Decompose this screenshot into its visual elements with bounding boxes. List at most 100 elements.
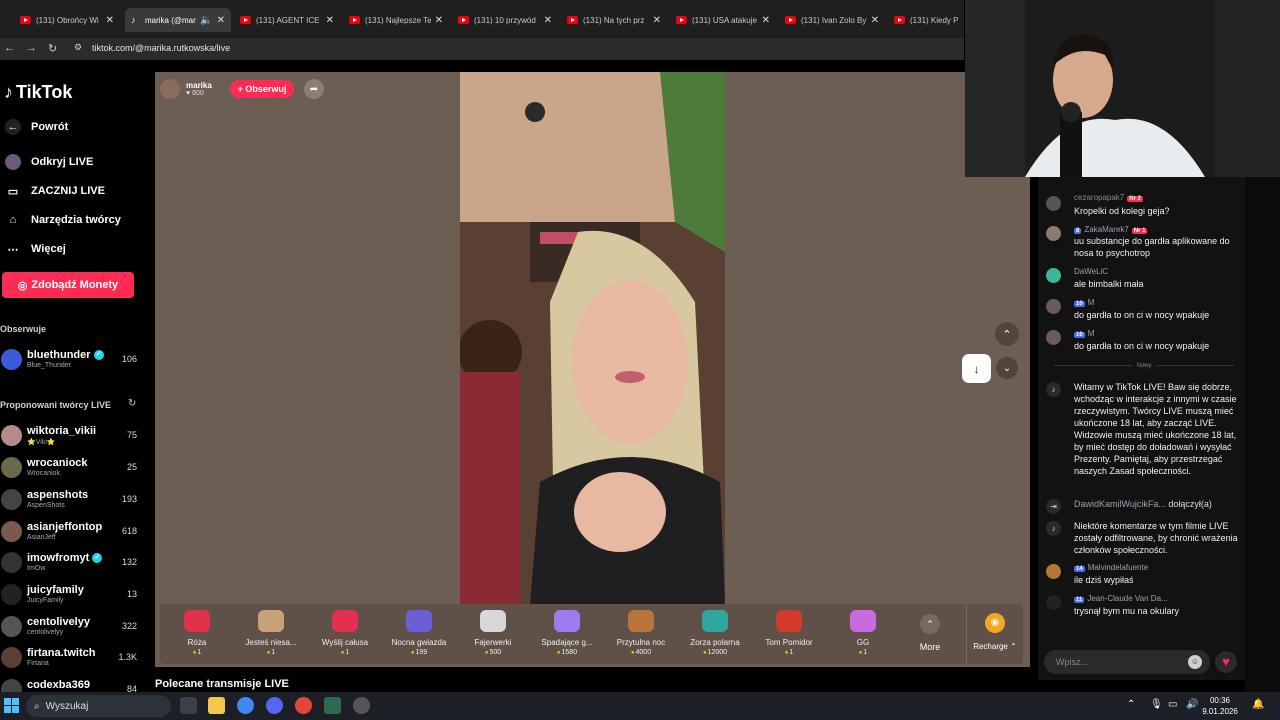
avatar [1046,564,1061,579]
night-star-gift-icon [406,610,432,632]
close-tab-icon[interactable]: ✕ [653,15,661,26]
gift-item[interactable]: Róża1 [160,604,234,664]
browser-tab[interactable]: (131) Najlepsze Te ✕ [343,8,449,32]
suggested-creator[interactable]: imowfromyt ✓ ImOw 132 [0,550,140,580]
tiktok-icon: ♪ [1046,382,1061,397]
browser-tab[interactable]: (131) Na tych prz ✕ [561,8,667,32]
suggested-creator[interactable]: aspenshots AspenShots 193 [0,487,140,517]
windows-start-icon[interactable] [4,698,19,713]
youtube-icon [458,16,469,24]
close-tab-icon[interactable]: ✕ [871,15,879,26]
taskbar-search[interactable]: ⌕ Wyszukaj [26,695,171,717]
browser-tab[interactable]: (131) Obrońcy Wi ✕ [14,8,120,32]
gift-item[interactable]: Jesteś niesa...1 [234,604,308,664]
youtube-icon [567,16,578,24]
nav-start-live[interactable]: ▭ ZACZNIJ LIVE [5,183,105,199]
tiktok-logo[interactable]: ♪ TikTok [4,82,72,103]
gift-item[interactable]: Fajerwerki500 [456,604,530,664]
tiktok-sidebar: ♪ TikTok ← Powrót Odkryj LIVE ▭ ZACZNIJ L… [0,60,152,692]
gift-item[interactable]: Przytulna noc4000 [604,604,678,664]
host-info[interactable]: marika ♥ 600 [160,77,212,100]
close-tab-icon[interactable]: ✕ [762,15,770,26]
app-icon[interactable] [324,697,341,714]
suggested-creator[interactable]: wrocaniock Wrocaniok 25 [0,455,140,485]
get-coins-button[interactable]: ◎ Zdobądź Monety [2,272,134,298]
browser-tab[interactable]: (131) AGENT ICE ✕ [234,8,340,32]
heart-icon[interactable]: ♥ [1215,651,1237,673]
suggested-creator[interactable]: codexba369 84 [0,677,140,692]
webcam-overlay [965,0,1280,177]
recharge-button[interactable]: ◉ Recharge ⌃ [966,604,1023,664]
gift-bar: Róża1 Jesteś niesa...1 Wyślij całusa1 No… [160,604,1023,664]
discord-icon[interactable] [266,697,283,714]
following-creator[interactable]: bluethunder ✓ Blue_Thunder 106 [0,347,140,377]
avatar [1046,226,1061,241]
refresh-icon[interactable]: ↻ [128,398,136,409]
share-icon[interactable]: ➦ [304,79,324,99]
back-link[interactable]: ← Powrót [5,119,68,135]
youtube-icon [894,16,905,24]
search-icon: ⌕ [34,700,40,712]
gift-item[interactable]: GG1 [826,604,900,664]
avatar [1,647,22,668]
more-gifts-button[interactable]: ⌃ More [917,614,943,660]
gift-item[interactable]: Spadające g...1580 [530,604,604,664]
obs-icon[interactable] [353,697,370,714]
follow-button[interactable]: + Obserwuj [230,80,294,98]
tray-chevron-up-icon[interactable]: ⌃ [1127,699,1135,710]
avatar [1,457,22,478]
join-icon: ⇥ [1046,499,1061,514]
browser-tab[interactable]: (131) USA atakuje ✕ [670,8,776,32]
taskbar-clock[interactable]: 00:36 9.01.2026 [1200,695,1240,717]
youtube-icon [785,16,796,24]
host-avatar[interactable] [160,78,180,99]
suggested-creator[interactable]: firtana.twitch Firtana 1.3K [0,645,140,675]
suggested-creator[interactable]: juicyfamily JuicyFamily 13 [0,582,140,612]
gift-item[interactable]: Tom Pomidor1 [752,604,826,664]
url-field[interactable]: tiktok.com/@marika.rutkowska/live [92,43,230,53]
suggested-creator[interactable]: centolivelyy centolivelyy 322 [0,614,140,644]
nav-creator-tools[interactable]: ⌂ Narzędzia twórcy [5,212,121,228]
app-icon[interactable] [295,697,312,714]
chrome-icon[interactable] [237,697,254,714]
live-video[interactable] [460,72,725,604]
notification-icon[interactable]: 🔔 [1252,699,1264,710]
close-tab-icon[interactable]: ✕ [435,15,443,26]
microphone-icon[interactable]: 🎙 [1150,699,1163,710]
site-info-icon[interactable]: ⚙ [74,42,82,53]
mute-tab-icon[interactable]: 🔈 [200,15,212,26]
cozy-night-gift-icon [628,610,654,632]
gift-item[interactable]: Nocna gwiazda199 [382,604,456,664]
task-view-icon[interactable] [180,697,197,714]
browser-tab[interactable]: (131) Ivan Zolo By ✕ [779,8,885,32]
close-tab-icon[interactable]: ✕ [106,15,114,26]
coin-icon: ◉ [985,613,1005,633]
chevron-up-icon: ⌃ [920,614,940,634]
browser-tab-active[interactable]: ♪ marika (@mar 🔈 ✕ [125,8,231,32]
avatar [1046,268,1061,283]
chat-input[interactable]: Wpisz... [1044,650,1210,674]
gift-item[interactable]: Wyślij całusa1 [308,604,382,664]
chevron-down-icon[interactable]: ⌄ [996,357,1018,379]
browser-tab[interactable]: (131) 10 przywód ✕ [452,8,558,32]
nav-more[interactable]: ⋯ Więcej [5,241,66,257]
browser-tab[interactable]: (131) Kiedy Poli [888,8,964,32]
forward-arrow-icon[interactable]: → [26,42,37,54]
avatar [1046,299,1061,314]
chevron-up-icon[interactable]: ⌃ [995,322,1019,346]
reload-icon[interactable]: ↻ [48,42,57,55]
back-arrow-icon[interactable]: ← [4,42,15,54]
nav-discover-live[interactable]: Odkryj LIVE [5,154,93,170]
file-explorer-icon[interactable] [208,697,225,714]
suggested-creator[interactable]: wiktoria_vikii ⭐Viki⭐ 75 [0,423,140,453]
close-tab-icon[interactable]: ✕ [217,15,225,26]
close-tab-icon[interactable]: ✕ [326,15,334,26]
down-arrow-icon[interactable]: ↓ [962,354,991,383]
suggested-creator[interactable]: asianjeffontop AsianJeff 618 [0,519,140,549]
tiktok-icon: ♪ [131,14,136,25]
close-tab-icon[interactable]: ✕ [544,15,552,26]
emoji-icon[interactable]: ☺ [1188,655,1202,669]
volume-icon[interactable]: 🔊 [1186,699,1198,710]
gift-item[interactable]: Zorza polarna12000 [678,604,752,664]
network-icon[interactable]: ▭ [1168,699,1177,710]
